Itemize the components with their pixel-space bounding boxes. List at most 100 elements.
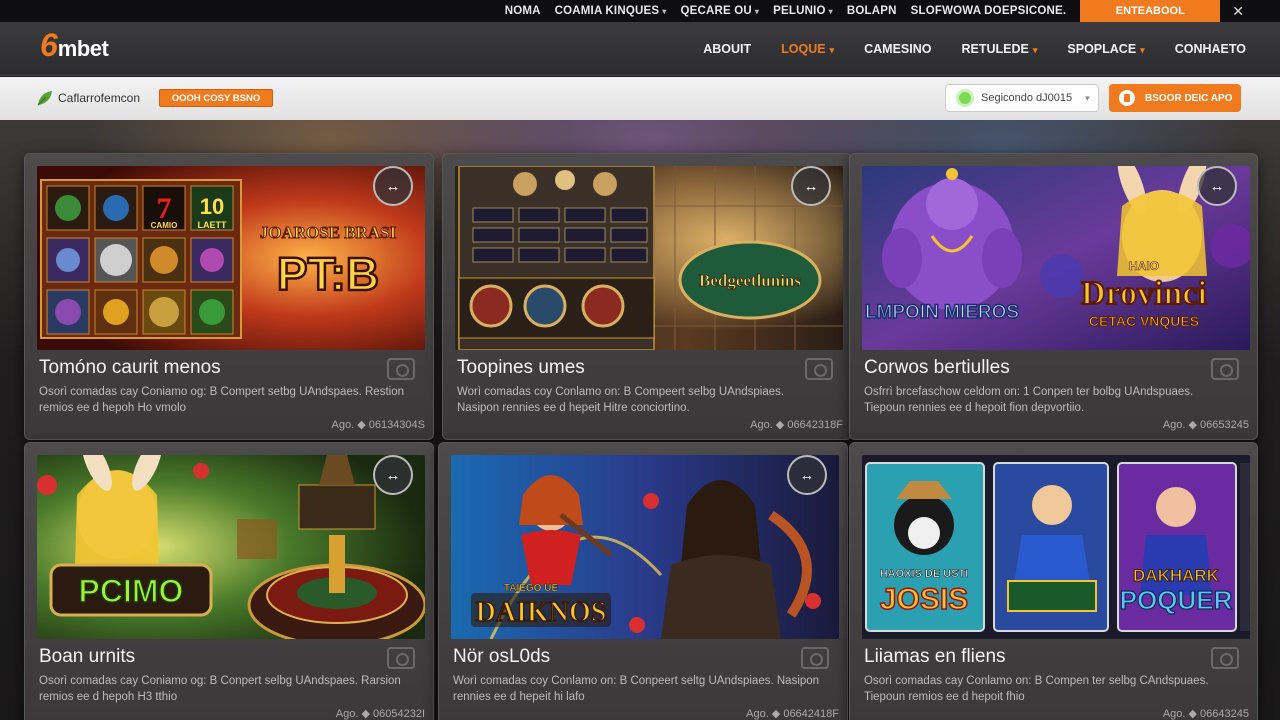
game-art-right-title: Drovinci (1081, 275, 1207, 312)
camera-icon (805, 358, 833, 380)
card-meta: Ago. ◆ 06134304S (331, 419, 425, 431)
card-title[interactable]: Liiamas en fliens (864, 646, 1006, 668)
camera-icon (387, 358, 415, 380)
nav-item-label: SPOPLACE (1067, 42, 1137, 56)
game-thumbnail[interactable]: 7 CAMIO 10 LAETT JOAROSE BRASI PT:B (37, 166, 425, 350)
card-title[interactable]: Corwos bertiulles (864, 357, 1010, 379)
card-description: Osorì comadas cay Coniamo og: B Conpert … (39, 675, 401, 703)
card-title[interactable]: Toopines umes (457, 357, 585, 379)
app-download-button[interactable]: BSOOR DEIC APO (1109, 84, 1241, 112)
tile-ten-caption: LAETT (198, 220, 227, 230)
expand-icon[interactable]: ↔ (787, 455, 827, 495)
game-thumbnail[interactable]: HAOXIS DE USTI JOSIS DAKHARK POQUER (862, 455, 1250, 639)
game-art-logo: Bedgeetlunins (699, 271, 801, 290)
card-meta: Ago. ◆ 06653245 (1162, 419, 1249, 431)
tile-ten: 10 (200, 194, 224, 219)
game-card[interactable]: PCIMO ↔ Boan urnits Osorì comadas cay Co… (24, 442, 434, 720)
camera-icon (1211, 358, 1239, 380)
camera-icon (387, 647, 415, 669)
game-card[interactable]: TAIEGO UE DAIKNOS ↔ Nör osL0ds Worì coma… (438, 442, 848, 720)
card-meta: Ago. ◆ 06642418F (746, 708, 839, 720)
chevron-down-icon: ▾ (1140, 45, 1145, 55)
card-title[interactable]: Nör osL0ds (453, 646, 550, 668)
chevron-down-icon: ▾ (829, 45, 835, 55)
nav-item-1[interactable]: LOQUE ▾ (781, 42, 834, 56)
top-bar: NOMA COAMIA KINQUES ▾ QECARE OU ▾ PELUNIO ▾ BOL… (0, 0, 1280, 22)
game-art-subtitle: JOAROSE BRASI (260, 223, 397, 242)
top-links: NOMA COAMIA KINQUES ▾ QECARE OU ▾ PELUNIO ▾ BOL… (505, 5, 1067, 17)
enter-button[interactable]: ENTEABOOL (1080, 0, 1221, 22)
app-download-label: BSOOR DEIC APO (1145, 92, 1233, 104)
expand-icon[interactable]: ↔ (373, 455, 413, 495)
top-link-2[interactable]: QECARE OU ▾ (680, 5, 759, 17)
main-nav: ABOUIT LOQUE ▾ CAMESINO RETULEDE ▾ SPOPLACE ▾ CO… (703, 22, 1246, 76)
nav-item-label: CAMESINO (864, 42, 932, 56)
chevron-down-icon: ▾ (1085, 92, 1090, 103)
game-thumbnail[interactable]: Bedgeetlunins (455, 166, 843, 350)
top-link-label: QECARE OU (680, 5, 752, 17)
close-icon[interactable]: ✕ (1232, 4, 1244, 18)
game-art-logo: PCIMO (79, 573, 184, 609)
card-title[interactable]: Boan urnits (39, 646, 135, 668)
card-meta: Ago. ◆ 06054232I (335, 708, 425, 720)
card-meta: Ago. ◆ 06643245 (1162, 708, 1249, 720)
nav-item-3[interactable]: RETULEDE ▾ (961, 42, 1037, 56)
leaf-icon (37, 91, 52, 106)
chevron-down-icon: ▾ (1032, 45, 1038, 55)
nav-item-0[interactable]: ABOUIT (703, 42, 751, 56)
search-select[interactable]: Segicondo dJ0015 ▾ (945, 84, 1099, 112)
card-meta: Ago. ◆ 06642318F (750, 419, 843, 431)
nav-item-label: RETULEDE (961, 42, 1029, 56)
game-art-left-title: LMPOIN MIEROS (865, 302, 1019, 323)
top-link-0[interactable]: NOMA (505, 5, 541, 17)
top-link-label: NOMA (504, 5, 541, 17)
game-grid: 7 CAMIO 10 LAETT JOAROSE BRASI PT:B ↔ To… (0, 120, 1280, 720)
game-art-top: TAIEGO UE (504, 583, 559, 594)
game-art-right-subtitle: CETAC VNQUES (1089, 313, 1199, 329)
top-link-label: COAMIA KINQUES (554, 5, 660, 17)
game-card[interactable]: Bedgeetlunins ↔ Toopines umes Worì comad… (442, 153, 852, 440)
status-dot-icon (956, 89, 974, 107)
game-art-title: PT:B (277, 248, 379, 300)
expand-icon[interactable]: ↔ (791, 166, 831, 206)
tile-title: POQUER (1120, 585, 1233, 615)
game-art-right-tag: HAIO (1129, 259, 1159, 273)
expand-icon[interactable]: ↔ (1197, 166, 1237, 206)
game-card[interactable]: HAOXIS DE USTI JOSIS DAKHARK POQUER Liia… (849, 442, 1258, 720)
search-select-value: Segicondo dJ0015 (981, 92, 1073, 104)
logo-mark: 6 (40, 27, 58, 63)
game-thumbnail[interactable]: LMPOIN MIEROS HAIO Drovinci CETAC VNQUES (862, 166, 1250, 350)
top-link-label: PELUNIO (773, 5, 826, 17)
top-link-1[interactable]: COAMIA KINQUES ▾ (555, 5, 667, 17)
nav-item-label: LOQUE (781, 42, 826, 56)
game-card[interactable]: LMPOIN MIEROS HAIO Drovinci CETAC VNQUES… (849, 153, 1258, 440)
game-thumbnail[interactable]: TAIEGO UE DAIKNOS (451, 455, 839, 639)
logo-text: mbet (57, 36, 109, 61)
top-link-5[interactable]: SLOFWOWA DOEPSICONE. (911, 5, 1067, 17)
card-description: Worì comadas coy Conlamo on: B Conpeert … (453, 675, 820, 703)
logo[interactable]: 6 mbet (40, 27, 109, 63)
nav-item-label: ABOUIT (703, 42, 752, 56)
game-thumbnail[interactable]: PCIMO (37, 455, 425, 639)
top-link-4[interactable]: BOLAPN (847, 5, 897, 17)
card-description: Worì comadas coy Conlamo on: B Compeert … (457, 386, 785, 414)
tile-caption: DAKHARK (1133, 566, 1220, 585)
chevron-down-icon: ▾ (662, 7, 667, 16)
tile-seven-caption: CAMIO (151, 221, 178, 230)
game-card[interactable]: 7 CAMIO 10 LAETT JOAROSE BRASI PT:B ↔ To… (24, 153, 434, 440)
card-description: Osorì comadas cay Conlamo on: B Compen t… (864, 675, 1209, 703)
nav-item-2[interactable]: CAMESINO (864, 42, 931, 56)
card-description: Osorì comadas cay Coniamo og: B Compert … (39, 386, 404, 414)
top-link-label: SLOFWOWA DOEPSICONE. (910, 5, 1067, 17)
expand-icon[interactable]: ↔ (373, 166, 413, 206)
phone-icon (1119, 90, 1135, 106)
tile-caption: HAOXIS DE USTI (880, 568, 969, 580)
top-link-3[interactable]: PELUNIO ▾ (773, 5, 833, 17)
main-header: 6 mbet ABOUIT LOQUE ▾ CAMESINO RETULEDE ▾ SPOP… (0, 22, 1280, 76)
card-title[interactable]: Tomóno caurit menos (39, 357, 221, 379)
nav-item-5[interactable]: CONHAETO (1175, 42, 1246, 56)
sub-brand-text: Caflarrofemcon (58, 91, 141, 105)
promo-button[interactable]: OOOH COSY BSNO (159, 89, 273, 107)
camera-icon (801, 647, 829, 669)
nav-item-4[interactable]: SPOPLACE ▾ (1067, 42, 1144, 56)
